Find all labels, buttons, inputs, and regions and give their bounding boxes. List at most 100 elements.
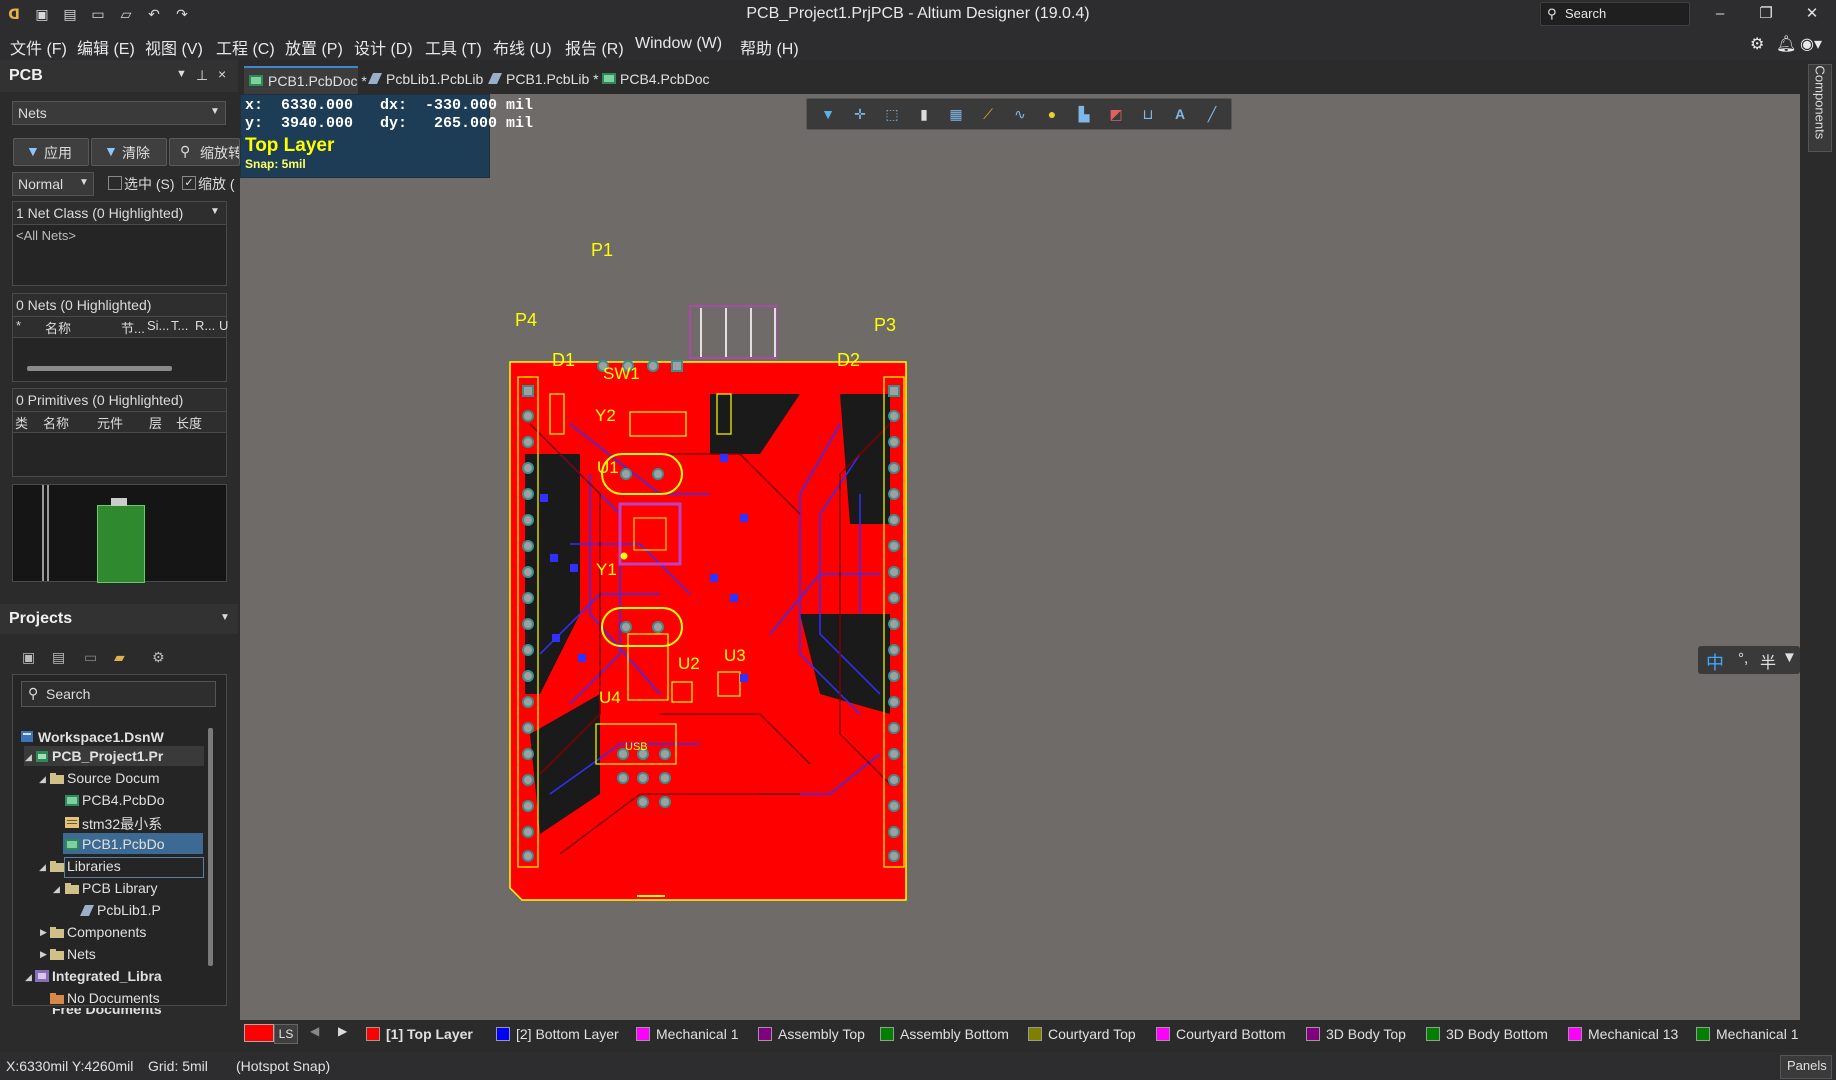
all-nets-item[interactable]: <All Nets>: [16, 228, 76, 243]
pin-icon[interactable]: ⊥: [196, 67, 208, 84]
components-panel-tab[interactable]: Components: [1808, 64, 1832, 152]
prim-col-length[interactable]: 长度: [176, 413, 202, 432]
tree-item-components[interactable]: Components: [67, 924, 146, 940]
panel-close-icon[interactable]: ×: [218, 66, 226, 82]
menu-view[interactable]: 视图 (V): [145, 35, 203, 59]
tab-pcb1-pcbdoc[interactable]: PCB1.PcbDoc *: [244, 66, 367, 94]
designator-p4[interactable]: P4: [515, 310, 537, 331]
tree-item-nets[interactable]: Nets: [67, 946, 96, 962]
save-project-icon[interactable]: ▣: [22, 649, 35, 666]
close-icon[interactable]: ✕: [1792, 2, 1832, 26]
select-checkbox[interactable]: [108, 176, 122, 190]
layer-tab-mechanical-1b[interactable]: Mechanical 1: [1696, 1024, 1798, 1044]
menu-tools[interactable]: 工具 (T): [425, 35, 482, 59]
text-icon[interactable]: A: [1171, 105, 1189, 123]
prim-col-component[interactable]: 元件: [97, 413, 123, 432]
layer-tab-bottom-layer[interactable]: [2] Bottom Layer: [496, 1024, 619, 1044]
user-account-icon[interactable]: ◉▾: [1800, 34, 1822, 54]
restore-icon[interactable]: ❐: [1746, 2, 1786, 26]
pcb-canvas[interactable]: P1 P4 P3 D1 D2 SW1 Y2 U1 Y1 U2 U3 U4 USB: [240, 94, 1800, 1020]
dimension-icon[interactable]: ⊔: [1139, 105, 1157, 123]
layer-tab-courtyard-top[interactable]: Courtyard Top: [1028, 1024, 1138, 1044]
prim-col-class[interactable]: 类: [15, 413, 28, 432]
align-icon[interactable]: ▮: [915, 105, 933, 123]
horizontal-scrollbar[interactable]: [27, 366, 172, 371]
designator-sw1[interactable]: SW1: [603, 364, 640, 384]
nets-col-routed[interactable]: R...: [195, 318, 215, 333]
nets-col-signal[interactable]: Si...: [147, 318, 169, 333]
keepout-icon[interactable]: ◩: [1107, 105, 1125, 123]
ime-punctuation[interactable]: °,: [1738, 650, 1748, 667]
settings-gear-icon[interactable]: ⚙: [1750, 34, 1764, 54]
ime-width[interactable]: 半: [1760, 649, 1776, 673]
tree-item-pcb-project[interactable]: PCB_Project1.Pr: [52, 748, 163, 764]
route-track-icon[interactable]: ⟋: [979, 105, 997, 123]
designator-u3[interactable]: U3: [724, 646, 746, 666]
tree-item-integrated-library[interactable]: Integrated_Libra: [52, 968, 162, 984]
polygon-pour-icon[interactable]: ▙: [1075, 105, 1093, 123]
menu-reports[interactable]: 报告 (R): [565, 35, 624, 59]
tree-item-workspace[interactable]: Workspace1.DsnW: [38, 729, 164, 745]
menu-design[interactable]: 设计 (D): [354, 35, 413, 59]
panel-menu-icon[interactable]: ▼: [176, 68, 187, 80]
settings-gear-icon[interactable]: ⚙: [152, 649, 165, 666]
designator-y2[interactable]: Y2: [595, 406, 616, 426]
prim-col-layer[interactable]: 层: [149, 413, 162, 432]
expand-icon[interactable]: ◢: [25, 752, 32, 763]
tab-pcb4-pcbdoc[interactable]: PCB4.PcbDoc: [600, 66, 709, 92]
component-icon[interactable]: ▦: [947, 105, 965, 123]
differential-pair-icon[interactable]: ∿: [1011, 105, 1029, 123]
clear-button[interactable]: ▼ 清除: [91, 138, 167, 166]
layer-tab-top-layer[interactable]: [1] Top Layer: [366, 1024, 476, 1044]
menu-help[interactable]: 帮助 (H): [740, 35, 799, 59]
ime-mode-indicator[interactable]: 中: [1706, 649, 1724, 675]
layer-set-button[interactable]: LS: [274, 1024, 298, 1044]
zoom-checkbox[interactable]: ✓: [182, 176, 196, 190]
open-folder-icon[interactable]: ▰: [114, 649, 125, 666]
menu-file[interactable]: 文件 (F): [10, 35, 67, 59]
board-minimap[interactable]: [12, 484, 227, 583]
tree-item-no-documents[interactable]: No Documents: [67, 990, 160, 1006]
tree-item-pcb1[interactable]: PCB1.PcbDo: [82, 836, 164, 852]
collapse-icon[interactable]: ▶: [40, 927, 47, 938]
layer-tab-assembly-bottom[interactable]: Assembly Bottom: [880, 1024, 1009, 1044]
designator-u1[interactable]: U1: [597, 458, 619, 478]
title-search-input[interactable]: ⚲ Search: [1540, 2, 1690, 26]
tab-pcblib1-pcblib[interactable]: PcbLib1.PcbLib: [366, 66, 483, 92]
tree-item-libraries[interactable]: Libraries: [67, 858, 121, 874]
tree-item-source-documents[interactable]: Source Docum: [67, 770, 160, 786]
expand-icon[interactable]: ◢: [39, 862, 46, 873]
nets-col-nodes[interactable]: 节...: [121, 318, 145, 337]
layer-tab-courtyard-bottom[interactable]: Courtyard Bottom: [1156, 1024, 1294, 1044]
layer-tab-3d-body-top[interactable]: 3D Body Top: [1306, 1024, 1410, 1044]
prim-col-name[interactable]: 名称: [43, 413, 69, 432]
ime-skin-icon[interactable]: ▼: [1782, 649, 1797, 666]
collapse-icon[interactable]: ▶: [40, 949, 47, 960]
designator-u4[interactable]: U4: [599, 688, 621, 708]
normal-select[interactable]: Normal ▼: [12, 172, 94, 196]
close-project-icon[interactable]: ▭: [84, 649, 97, 666]
expand-icon[interactable]: ◢: [39, 774, 46, 785]
filter-icon[interactable]: ▼: [819, 105, 837, 123]
layer-tab-assembly-top[interactable]: Assembly Top: [758, 1024, 865, 1044]
tab-pcb1-pcblib[interactable]: PCB1.PcbLib *: [486, 66, 599, 92]
menu-project[interactable]: 工程 (C): [216, 35, 275, 59]
layer-tab-mechanical-1[interactable]: Mechanical 1: [636, 1024, 740, 1044]
notifications-bell-icon[interactable]: 🔔︎: [1776, 34, 1796, 54]
menu-route[interactable]: 布线 (U): [493, 35, 552, 59]
zoom-button[interactable]: ⚲ 缩放转: [169, 138, 240, 166]
menu-window[interactable]: Window (W): [635, 35, 722, 53]
vertical-scrollbar[interactable]: [208, 728, 213, 966]
designator-d1[interactable]: D1: [552, 350, 575, 371]
tree-item-pcb4[interactable]: PCB4.PcbDo: [82, 792, 164, 808]
tree-item-pcblib1[interactable]: PcbLib1.Pc: [97, 902, 161, 918]
save-all-icon[interactable]: ▤: [52, 649, 65, 666]
mode-select[interactable]: Nets ▼: [12, 101, 226, 125]
apply-button[interactable]: ▼ 应用: [13, 138, 89, 166]
tree-item-pcb-library[interactable]: PCB Library: [82, 880, 157, 896]
tree-item-free-documents[interactable]: Free Documents: [52, 1008, 162, 1016]
tree-item-stm32-schematic[interactable]: stm32最小系: [82, 814, 162, 834]
place-via-icon[interactable]: ●: [1043, 105, 1061, 123]
menu-edit[interactable]: 编辑 (E): [77, 35, 135, 59]
minimize-icon[interactable]: –: [1700, 2, 1740, 26]
